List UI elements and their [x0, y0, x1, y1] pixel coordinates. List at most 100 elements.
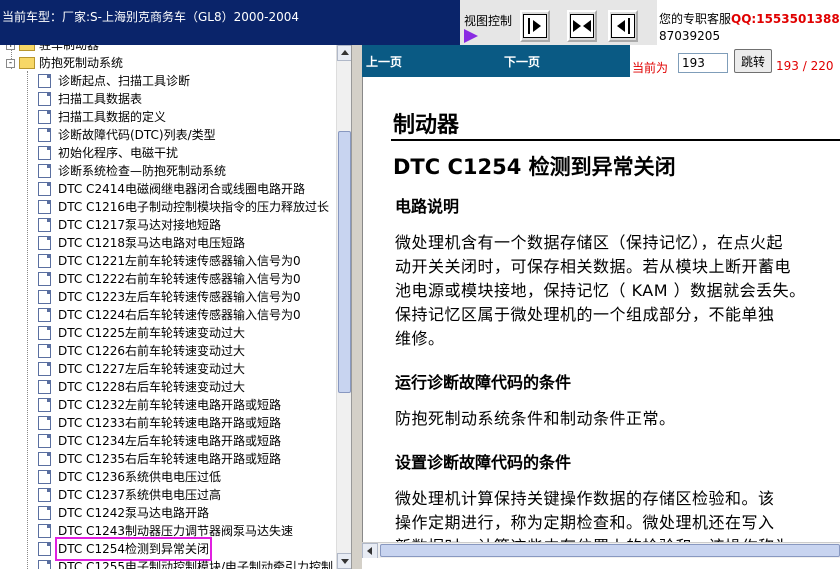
- tree-doc-item[interactable]: DTC C1217泵马达对接地短路: [38, 216, 221, 234]
- tree-item-label: DTC C1243制动器压力调节器阀泵马达失速: [58, 524, 293, 538]
- tree-item-label: DTC C1228右后车轮转速变动过大: [58, 380, 245, 394]
- tree-item-label: DTC C1223左后车轮转速传感器输入信号为0: [58, 290, 301, 304]
- tree-doc-item[interactable]: DTC C1224右后车轮转速传感器输入信号为0: [38, 306, 301, 324]
- tree-doc-item[interactable]: DTC C1221左前车轮转速传感器输入信号为0: [38, 252, 301, 270]
- horizontal-scroll-thumb[interactable]: [380, 544, 840, 557]
- tree-item-label: 扫描工具数据表: [58, 92, 143, 106]
- tree-panel: + 驻车制动器 - 防抱死制动系统诊断起点、扫描工具诊断扫描工具数据表扫描工具数据的定…: [0, 45, 352, 569]
- tree-item-label: DTC C1233右前车轮转速电路开路或短路: [58, 416, 281, 430]
- tree-item-label: DTC C1254检测到异常关闭: [55, 537, 212, 561]
- document-icon: [38, 92, 51, 106]
- panel-splitter[interactable]: [352, 45, 362, 569]
- tree-doc-item[interactable]: DTC C1218泵马达电路对电压短路: [38, 234, 245, 252]
- service-qq[interactable]: QQ:1553501388: [731, 12, 840, 26]
- prev-page-link[interactable]: 上一页: [366, 53, 402, 70]
- scroll-up-icon[interactable]: [337, 45, 351, 61]
- document-view: 制动器 DTC C1254 检测到异常关闭 电路说明 微处理机含有一个数据存储区（…: [362, 77, 840, 542]
- tree-item-label: DTC C1221左前车轮转速传感器输入信号为0: [58, 254, 301, 268]
- top-header: 当前车型：厂家:S-上海别克商务车（GL8）2000-2004 视图控制 您的专…: [0, 0, 840, 45]
- tree-doc-item[interactable]: 扫描工具数据表: [38, 90, 142, 108]
- page-count: 193 / 220: [776, 59, 834, 73]
- tree-item-label: 防抱死制动系统: [39, 56, 124, 70]
- expand-plus-icon[interactable]: +: [6, 45, 15, 50]
- tree-doc-item[interactable]: DTC C1222右前车轮转速传感器输入信号为0: [38, 270, 301, 288]
- scroll-down-icon[interactable]: [337, 553, 351, 569]
- view-expand-left-button[interactable]: [608, 10, 638, 42]
- document-icon: [38, 290, 51, 304]
- tree-doc-item[interactable]: DTC C1223左后车轮转速传感器输入信号为0: [38, 288, 301, 306]
- paragraph-line: 微处理机含有一个数据存储区（保持记忆），在点火起: [395, 233, 784, 252]
- document-icon: [38, 74, 51, 88]
- tree-folder-item[interactable]: - 防抱死制动系统: [6, 54, 123, 72]
- tree-item-label: 诊断故障代码(DTC)列表/类型: [58, 128, 216, 142]
- tree-doc-item[interactable]: DTC C1236系统供电电压过低: [38, 468, 221, 486]
- tree-item-label: 扫描工具数据的定义: [58, 110, 167, 124]
- view-split-button[interactable]: [567, 10, 597, 42]
- document-icon: [38, 218, 51, 232]
- tree-doc-item[interactable]: DTC C1235右后车轮转速电路开路或短路: [38, 450, 281, 468]
- folder-icon: [19, 45, 35, 51]
- document-icon: [38, 236, 51, 250]
- paragraph-line: 动开关关闭时，可保存相关数据。若从模块上断开蓄电: [395, 257, 792, 276]
- tree-doc-item[interactable]: 初始化程序、电磁干扰: [38, 144, 178, 162]
- tree-doc-item[interactable]: DTC C1254检测到异常关闭: [38, 537, 212, 561]
- document-icon: [38, 308, 51, 322]
- page-number-input[interactable]: [678, 53, 728, 73]
- document-horizontal-scrollbar[interactable]: [362, 542, 840, 559]
- tree-item-label: DTC C1242泵马达电路开路: [58, 506, 209, 520]
- page-nav-bar: 上一页 下一页 当前为 跳转 193 / 220: [362, 45, 840, 77]
- document-icon: [38, 128, 51, 142]
- tree-folder-item[interactable]: + 驻车制动器: [6, 45, 99, 54]
- folder-icon: [19, 57, 35, 69]
- document-icon: [38, 146, 51, 160]
- tree-doc-item[interactable]: 扫描工具数据的定义: [38, 108, 166, 126]
- tree-doc-item[interactable]: DTC C1243制动器压力调节器阀泵马达失速: [38, 522, 293, 540]
- doc-title: DTC C1254 检测到异常关闭: [393, 155, 676, 179]
- document-icon: [38, 110, 51, 124]
- tree-item-label: DTC C1226右前车轮转速变动过大: [58, 344, 245, 358]
- document-icon: [38, 452, 51, 466]
- tree-doc-item[interactable]: DTC C1216电子制动控制模块指令的压力释放过长: [38, 198, 329, 216]
- tree-doc-item[interactable]: DTC C1242泵马达电路开路: [38, 504, 209, 522]
- tree-doc-item[interactable]: DTC C2414电磁阀继电器闭合或线圈电路开路: [38, 180, 305, 198]
- tree-item-label: DTC C1225左前车轮转速变动过大: [58, 326, 245, 340]
- document-icon: [38, 470, 51, 484]
- view-expand-right-button[interactable]: [520, 10, 550, 42]
- tree-doc-item[interactable]: DTC C1228右后车轮转速变动过大: [38, 378, 245, 396]
- jump-button[interactable]: 跳转: [734, 49, 772, 73]
- document-icon: [38, 362, 51, 376]
- tree-doc-item[interactable]: DTC C1237系统供电电压过高: [38, 486, 221, 504]
- tree-doc-item[interactable]: DTC C1225左前车轮转速变动过大: [38, 324, 245, 342]
- tree-item-label: DTC C2414电磁阀继电器闭合或线圈电路开路: [58, 182, 305, 196]
- section-heading: 运行诊断故障代码的条件: [395, 373, 572, 392]
- scroll-thumb[interactable]: [338, 131, 351, 393]
- scroll-left-icon[interactable]: [362, 543, 378, 559]
- tree-item-label: DTC C1255电子制动控制模块/电子制动牵引力控制: [58, 560, 334, 569]
- tree-item-label: 初始化程序、电磁干扰: [58, 146, 179, 160]
- collapse-minus-icon[interactable]: -: [6, 58, 15, 68]
- tree-doc-item[interactable]: DTC C1232左前车轮转速电路开路或短路: [38, 396, 281, 414]
- tree-doc-item[interactable]: 诊断故障代码(DTC)列表/类型: [38, 126, 216, 144]
- tree-doc-item[interactable]: DTC C1233右前车轮转速电路开路或短路: [38, 414, 281, 432]
- tree-item-label: DTC C1236系统供电电压过低: [58, 470, 221, 484]
- section-heading: 设置诊断故障代码的条件: [395, 453, 572, 472]
- page-jump-area: 当前为 跳转 193 / 220: [630, 45, 840, 77]
- tree-vertical-scrollbar[interactable]: [336, 45, 351, 569]
- tree-item-label: DTC C1237系统供电电压过高: [58, 488, 221, 502]
- tree-doc-item[interactable]: DTC C1226右前车轮转速变动过大: [38, 342, 245, 360]
- document-icon: [38, 506, 51, 520]
- next-page-link[interactable]: 下一页: [504, 53, 540, 70]
- view-control-area: 视图控制: [460, 0, 660, 45]
- tree-item-label: DTC C1217泵马达对接地短路: [58, 218, 221, 232]
- document-icon: [38, 380, 51, 394]
- tree-doc-item[interactable]: 诊断起点、扫描工具诊断: [38, 72, 190, 90]
- tree-doc-item[interactable]: DTC C1255电子制动控制模块/电子制动牵引力控制: [38, 558, 333, 569]
- tree-doc-item[interactable]: DTC C1234左后车轮转速电路开路或短路: [38, 432, 281, 450]
- document-icon: [38, 398, 51, 412]
- tree-doc-item[interactable]: DTC C1227左后车轮转速变动过大: [38, 360, 245, 378]
- tree-doc-item[interactable]: 诊断系统检查—防抱死制动系统: [38, 162, 226, 180]
- tree-connector: [27, 71, 28, 569]
- split-view-icon: [570, 14, 594, 38]
- paragraph-line: 维修。: [395, 329, 445, 348]
- paragraph-line: 保持记忆区属于微处理机的一个组成部分，不能单独: [395, 305, 775, 324]
